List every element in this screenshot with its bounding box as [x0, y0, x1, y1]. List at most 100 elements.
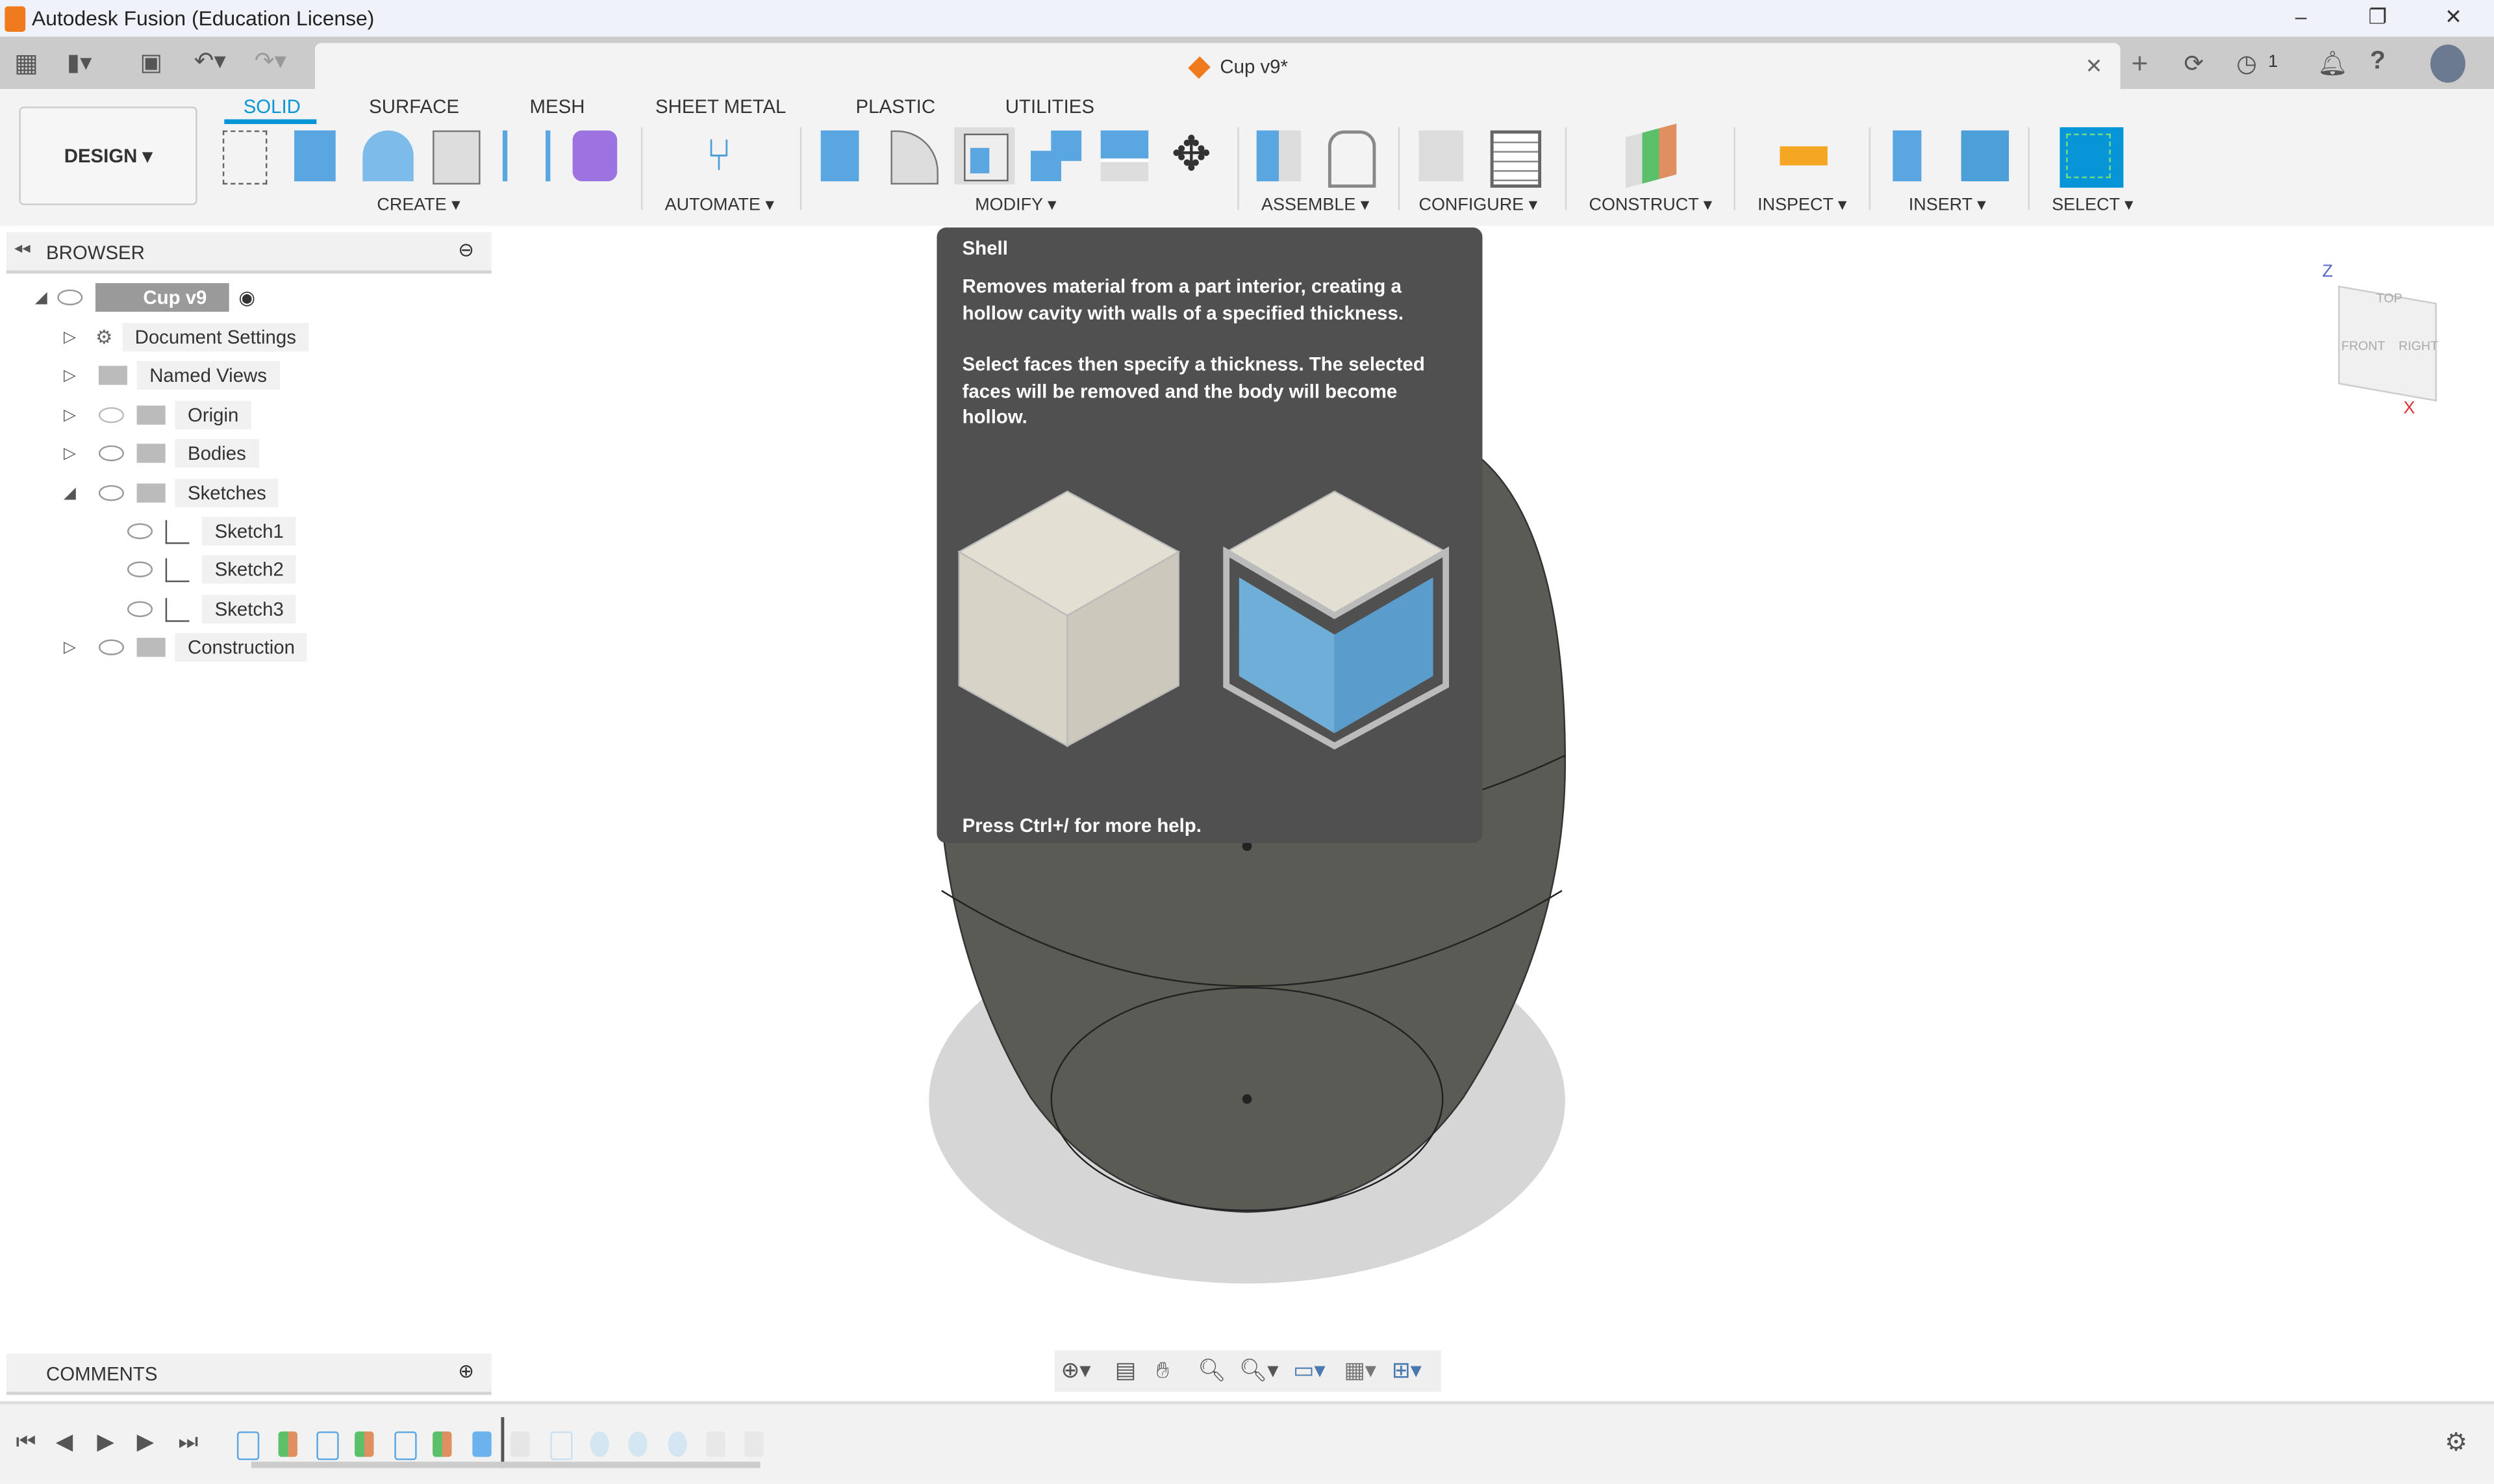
- viewcube-top[interactable]: TOP: [2376, 291, 2402, 305]
- timeline-feature[interactable]: [590, 1431, 609, 1457]
- browser-item-document-settings[interactable]: ▷ ⚙ Document Settings: [64, 321, 309, 353]
- timeline-marker[interactable]: [501, 1417, 505, 1468]
- timeline-revolve[interactable]: [472, 1431, 492, 1457]
- visibility-icon[interactable]: [98, 445, 125, 462]
- create-menu[interactable]: CREATE ▾: [377, 194, 460, 214]
- browser-item-sketch2[interactable]: Sketch2: [127, 553, 297, 585]
- hidden-icon[interactable]: [98, 407, 125, 423]
- browser-root[interactable]: ◢ Cup v9 ◉: [35, 281, 255, 313]
- visibility-icon[interactable]: [57, 289, 83, 306]
- automate-icon[interactable]: ⑂: [695, 131, 742, 181]
- timeline-feature[interactable]: [706, 1431, 725, 1457]
- visibility-icon[interactable]: [127, 561, 153, 577]
- tab-utilities[interactable]: UTILITIES: [1005, 95, 1094, 118]
- sync-icon[interactable]: ⟳: [2184, 49, 2204, 78]
- measure-icon[interactable]: [1780, 146, 1828, 166]
- select-icon[interactable]: [2059, 127, 2124, 188]
- previous-step-button[interactable]: ◀: [56, 1428, 73, 1455]
- close-window-button[interactable]: ✕: [2445, 5, 2462, 30]
- restore-button[interactable]: ❐: [2369, 5, 2387, 30]
- zoom-icon[interactable]: 🔍︎: [1198, 1357, 1226, 1384]
- insert-menu[interactable]: INSERT ▾: [1909, 194, 1986, 214]
- play-button[interactable]: ▶: [97, 1428, 114, 1455]
- browser-item-named-views[interactable]: ▷ Named Views: [64, 359, 280, 391]
- timeline-sketch[interactable]: [394, 1431, 417, 1461]
- assemble-menu[interactable]: ASSEMBLE ▾: [1261, 194, 1369, 214]
- configuration-table-icon[interactable]: [1490, 130, 1542, 188]
- timeline-sketch[interactable]: [316, 1431, 339, 1461]
- browser-header[interactable]: ◂◂ BROWSER ⊖: [6, 232, 492, 274]
- hole-icon[interactable]: [433, 130, 481, 185]
- timeline-shell[interactable]: [510, 1431, 530, 1457]
- comments-panel[interactable]: COMMENTS ⊕: [6, 1353, 492, 1395]
- look-at-icon[interactable]: ▤: [1115, 1357, 1136, 1384]
- view-cube[interactable]: Z X TOP FRONT RIGHT: [2323, 262, 2465, 421]
- save-icon[interactable]: ▣: [140, 47, 163, 77]
- visibility-icon[interactable]: [127, 523, 153, 540]
- activate-radio-icon[interactable]: ◉: [238, 286, 255, 308]
- automate-menu[interactable]: AUTOMATE ▾: [665, 194, 774, 214]
- select-menu[interactable]: SELECT ▾: [2052, 194, 2133, 214]
- modify-menu[interactable]: MODIFY ▾: [975, 194, 1056, 214]
- insert-canvas-icon[interactable]: [1961, 130, 2009, 182]
- construct-menu[interactable]: CONSTRUCT ▾: [1589, 194, 1713, 214]
- tab-sheet-metal[interactable]: SHEET METAL: [655, 95, 786, 118]
- create-form-icon[interactable]: [572, 130, 618, 182]
- viewports-icon[interactable]: ⊞▾: [1392, 1357, 1422, 1384]
- apps-grid-icon[interactable]: ▦: [14, 47, 38, 79]
- last-step-button[interactable]: ⏭: [178, 1428, 198, 1455]
- redo-icon[interactable]: ↷▾: [255, 46, 286, 75]
- pattern-icon[interactable]: [502, 130, 551, 182]
- timeline-plane[interactable]: [278, 1431, 297, 1457]
- help-icon[interactable]: ?: [2370, 47, 2386, 76]
- workspace-switcher[interactable]: DESIGN ▾: [19, 107, 197, 205]
- tab-mesh[interactable]: MESH: [530, 95, 585, 118]
- shell-button[interactable]: [954, 127, 1015, 185]
- revolve-icon[interactable]: [362, 130, 414, 182]
- timeline-settings-gear-icon[interactable]: ⚙: [2445, 1427, 2467, 1459]
- fit-icon[interactable]: 🔍︎▾: [1239, 1357, 1279, 1384]
- press-pull-icon[interactable]: [820, 130, 859, 182]
- timeline-feature[interactable]: [668, 1431, 687, 1457]
- first-step-button[interactable]: ⏮: [16, 1428, 36, 1455]
- file-menu-icon[interactable]: ▮▾: [67, 47, 92, 77]
- browser-item-bodies[interactable]: ▷ Bodies: [64, 437, 259, 469]
- split-body-icon[interactable]: [1100, 130, 1149, 182]
- next-step-button[interactable]: ▶: [137, 1428, 154, 1455]
- create-sketch-icon[interactable]: [222, 130, 268, 185]
- browser-pin-icon[interactable]: ⊖: [458, 238, 474, 260]
- tab-solid[interactable]: SOLID: [244, 95, 301, 118]
- inspect-menu[interactable]: INSPECT ▾: [1757, 194, 1846, 214]
- visibility-icon[interactable]: [98, 639, 125, 655]
- viewcube-right[interactable]: RIGHT: [2399, 339, 2438, 353]
- timeline-feature[interactable]: [628, 1431, 648, 1457]
- grid-settings-icon[interactable]: ▦▾: [1344, 1357, 1376, 1384]
- tab-surface[interactable]: SURFACE: [369, 95, 459, 118]
- browser-item-sketch3[interactable]: Sketch3: [127, 593, 297, 625]
- visibility-icon[interactable]: [127, 601, 153, 618]
- browser-item-sketch1[interactable]: Sketch1: [127, 515, 297, 547]
- browser-item-sketches[interactable]: ◢ Sketches: [64, 477, 279, 509]
- browser-item-construction[interactable]: ▷ Construction: [64, 631, 308, 663]
- new-tab-button[interactable]: +: [2132, 47, 2148, 81]
- timeline-plane[interactable]: [433, 1431, 452, 1457]
- add-comment-icon[interactable]: ⊕: [458, 1360, 474, 1382]
- browser-item-origin[interactable]: ▷ Origin: [64, 399, 251, 431]
- viewcube-front[interactable]: FRONT: [2341, 339, 2386, 353]
- notification-bell-icon[interactable]: 🔔︎: [2317, 49, 2348, 78]
- job-status-icon[interactable]: ◷: [2236, 49, 2257, 78]
- minimize-button[interactable]: –: [2295, 5, 2307, 29]
- parameters-icon[interactable]: [1418, 130, 1464, 182]
- pan-icon[interactable]: ✋︎: [1156, 1357, 1169, 1384]
- timeline-sketch[interactable]: [550, 1431, 573, 1461]
- timeline-plane[interactable]: [355, 1431, 374, 1457]
- timeline-sketch[interactable]: [236, 1431, 260, 1461]
- joint-icon[interactable]: [1328, 130, 1376, 188]
- visibility-icon[interactable]: [98, 484, 125, 501]
- move-icon[interactable]: ✥: [1168, 130, 1215, 181]
- insert-fastener-icon[interactable]: [1893, 130, 1922, 182]
- undo-icon[interactable]: ↶▾: [194, 46, 226, 75]
- new-component-icon[interactable]: [1256, 130, 1302, 182]
- tab-plastic[interactable]: PLASTIC: [856, 95, 935, 118]
- extrude-icon[interactable]: [294, 130, 336, 182]
